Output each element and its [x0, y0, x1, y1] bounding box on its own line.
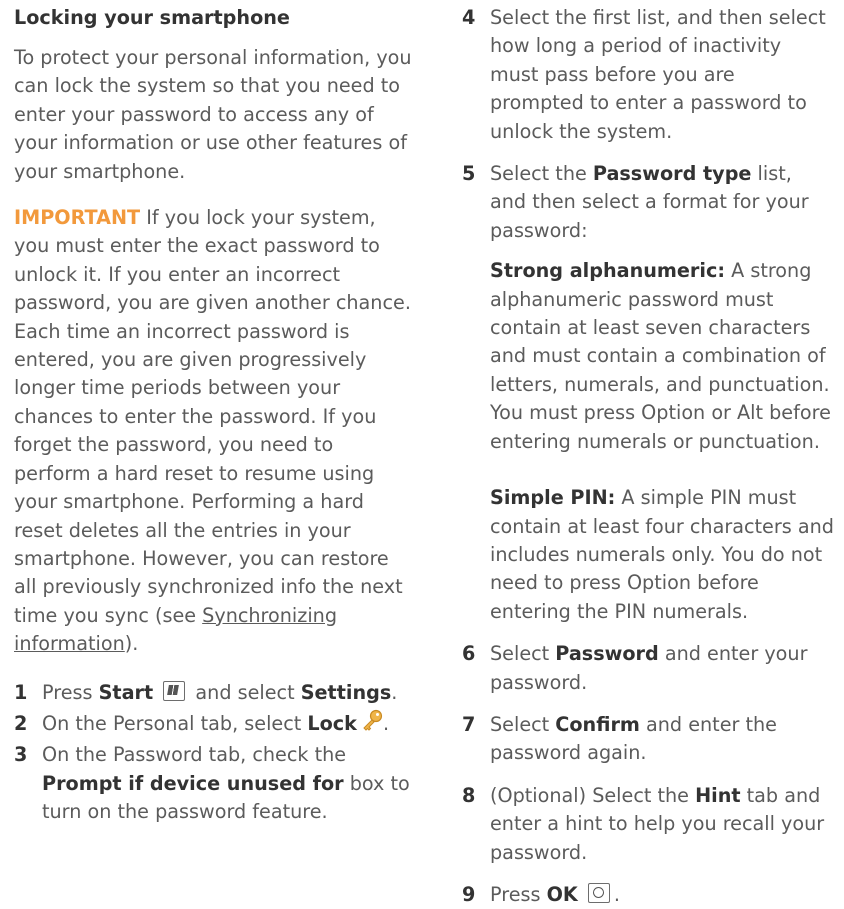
step-text: Select: [490, 642, 556, 666]
right-column: 4 Select the first list, and then select…: [462, 0, 834, 909]
left-column: Locking your smartphone To protect your …: [14, 0, 414, 827]
step-text: On the Password tab, check the: [42, 743, 347, 767]
password-label: Password: [555, 642, 659, 666]
important-keyword: IMPORTANT: [14, 206, 141, 230]
step-text: and select: [189, 680, 301, 704]
step-number: 3: [14, 743, 28, 767]
step-text: Select: [490, 712, 556, 736]
password-type-label: Password type: [592, 162, 752, 186]
step-text: On the Personal tab, select: [42, 711, 308, 735]
lock-label: Lock: [307, 711, 357, 735]
start-label: Start: [98, 680, 154, 704]
step-number: 4: [462, 6, 476, 29]
step-text: Select the: [490, 162, 593, 186]
step-4: 4 Select the first list, and then select…: [462, 4, 834, 146]
step-1: 1 Press Start and select Settings.: [14, 679, 414, 707]
step-7: 7 Select Confirm and enter the password …: [462, 711, 834, 768]
step-number: 5: [462, 162, 476, 186]
intro-paragraph: To protect your personal information, yo…: [14, 46, 412, 183]
simple-pin-label: Simple PIN:: [490, 486, 616, 510]
step-text: Press: [490, 882, 547, 906]
important-end: ).: [124, 632, 139, 656]
confirm-label: Confirm: [555, 712, 640, 736]
ok-label: OK: [546, 882, 578, 906]
step-9: 9 Press OK .: [462, 881, 834, 909]
section-title: Locking your smartphone: [14, 6, 290, 29]
step-number: 8: [462, 783, 476, 807]
step-number: 6: [462, 642, 476, 666]
step-6: 6 Select Password and enter your passwor…: [462, 640, 834, 697]
step-5: 5 Select the Password type list, and the…: [462, 160, 834, 626]
step-3: 3 On the Password tab, check the Prompt …: [14, 741, 414, 826]
settings-label: Settings: [300, 680, 392, 704]
important-text: If you lock your system, you must enter …: [14, 206, 411, 627]
strong-alphanumeric-option: Strong alphanumeric: A strong alphanumer…: [490, 257, 834, 456]
step-text: Select the first list, and then select h…: [490, 6, 826, 143]
hint-label: Hint: [695, 783, 741, 807]
step-text: Press: [42, 680, 99, 704]
strong-alphanumeric-label: Strong alphanumeric:: [490, 259, 725, 283]
step-text: (Optional) Select the: [490, 783, 696, 807]
prompt-label: Prompt if device unused for: [42, 771, 344, 795]
step-text: .: [391, 680, 398, 704]
steps-list-left: 1 Press Start and select Settings. 2 On …: [14, 679, 414, 827]
ok-key-icon: [587, 883, 610, 904]
simple-pin-option: Simple PIN: A simple PIN must contain at…: [490, 484, 834, 626]
option-description: A strong alphanumeric password must cont…: [490, 259, 831, 453]
step-number: 1: [14, 680, 28, 704]
step-number: 9: [462, 882, 476, 906]
important-note: IMPORTANT If you lock your system, you m…: [14, 204, 414, 659]
step-2: 2 On the Personal tab, select Lock .: [14, 710, 414, 738]
step-8: 8 (Optional) Select the Hint tab and ent…: [462, 782, 834, 867]
key-icon: [363, 710, 383, 732]
step-text: .: [613, 882, 621, 906]
step-number: 2: [14, 711, 28, 735]
step-number: 7: [462, 712, 476, 736]
windows-start-key-icon: [163, 681, 186, 702]
